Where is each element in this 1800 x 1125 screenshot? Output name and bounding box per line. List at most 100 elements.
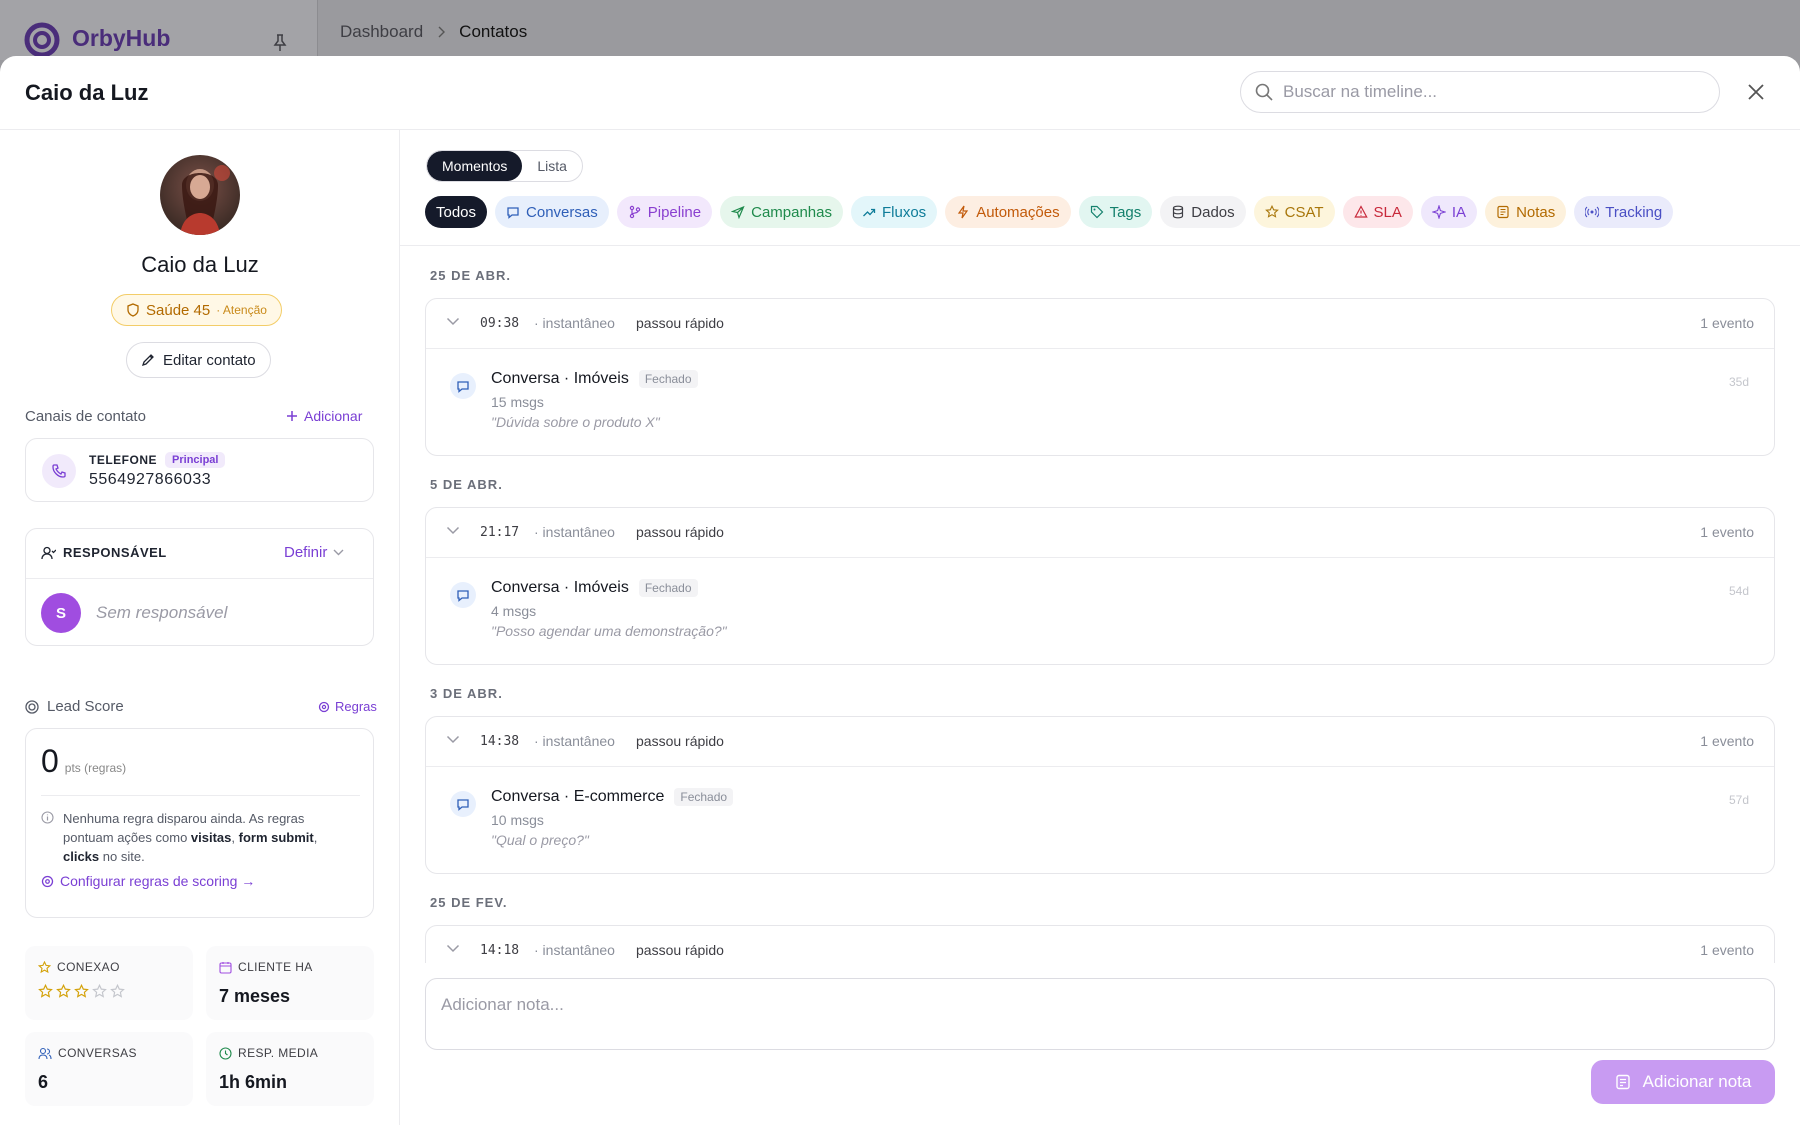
timeline-search	[1240, 71, 1720, 113]
moment-header[interactable]: 21:17 · instantâneo passou rápido 1 even…	[426, 508, 1774, 558]
filter-chip-label: Tracking	[1605, 203, 1663, 221]
conversas-label: CONVERSAS	[58, 1046, 137, 1060]
user-assign-icon	[41, 546, 56, 560]
star-filled-icon	[56, 984, 71, 999]
chevron-down-icon	[333, 549, 344, 556]
responsible-card: RESPONSÁVEL Definir S Sem responsável	[25, 528, 374, 646]
moment-header[interactable]: 14:38 · instantâneo passou rápido 1 even…	[426, 717, 1774, 767]
pin-icon[interactable]	[272, 34, 288, 52]
timeline-moment[interactable]: 21:17 · instantâneo passou rápido 1 even…	[425, 507, 1775, 665]
breadcrumb: Dashboard Contatos	[340, 22, 527, 42]
filter-chip-label: CSAT	[1284, 203, 1324, 221]
moment-duration: · instantâneo	[534, 315, 615, 331]
filter-chip-label: Dados	[1191, 203, 1235, 221]
filter-chip-ia[interactable]: IA	[1420, 196, 1478, 228]
cliente-value: 7 meses	[219, 986, 291, 1006]
modal-header: Caio da Luz	[0, 56, 1800, 130]
info-bold-clicks: clicks	[63, 849, 100, 864]
filter-chip-conversas[interactable]: Conversas	[495, 196, 609, 228]
event-msg-count: 10 msgs	[491, 812, 544, 828]
timeline-moment[interactable]: 14:38 · instantâneo passou rápido 1 even…	[425, 716, 1775, 874]
status-badge: Fechado	[674, 788, 734, 806]
edit-contact-button[interactable]: Editar contato	[126, 342, 271, 378]
app-logo: OrbyHub	[22, 18, 170, 58]
filter-chip-csat[interactable]: CSAT	[1253, 196, 1335, 228]
filter-chip-todos[interactable]: Todos	[425, 196, 488, 228]
note-icon	[1615, 1074, 1631, 1090]
add-note-button[interactable]: Adicionar nota	[1591, 1060, 1775, 1104]
conexao-label: CONEXAO	[57, 960, 120, 974]
resp-value: 1h 6min	[219, 1072, 288, 1092]
breadcrumb-contatos: Contatos	[459, 22, 528, 41]
close-icon[interactable]	[1742, 78, 1770, 106]
filter-chip-tags[interactable]: Tags	[1078, 196, 1153, 228]
clock-icon	[219, 1046, 232, 1060]
resp-label: RESP. MEDIA	[238, 1046, 319, 1060]
no-responsible-text: Sem responsável	[96, 603, 228, 622]
star-empty-icon	[92, 984, 107, 999]
event-title-text: Conversa · E-commerce	[491, 788, 665, 805]
filter-chip-label: SLA	[1373, 203, 1402, 221]
shield-icon	[126, 303, 140, 317]
define-responsible-button[interactable]: Definir	[284, 544, 344, 561]
event-msg-count: 15 msgs	[491, 394, 544, 410]
filter-chip-label: Automações	[976, 203, 1060, 221]
phone-icon	[42, 454, 76, 488]
timeline-search-input[interactable]	[1283, 82, 1683, 102]
channels-title: Canais de contato	[25, 408, 146, 425]
responsible-title: RESPONSÁVEL	[41, 545, 167, 560]
moment-header[interactable]: 09:38 · instantâneo passou rápido 1 even…	[426, 299, 1774, 349]
rules-link[interactable]: Regras	[318, 699, 377, 714]
add-channel-button[interactable]: Adicionar	[286, 408, 362, 424]
filter-chip-tracking[interactable]: Tracking	[1574, 196, 1674, 228]
timeline-moment[interactable]: 14:18 · instantâneo passou rápido 1 even…	[425, 925, 1775, 963]
principal-badge: Principal	[165, 452, 226, 468]
calendar-icon	[219, 961, 232, 974]
background-sidebar: OrbyHub	[0, 0, 318, 60]
chevron-down-icon[interactable]	[446, 317, 460, 326]
bolt-icon	[956, 205, 970, 219]
chevron-down-icon[interactable]	[446, 735, 460, 744]
info-part: ,	[313, 830, 318, 845]
timeline-moment[interactable]: 09:38 · instantâneo passou rápido 1 even…	[425, 298, 1775, 456]
filter-chip-sla[interactable]: SLA	[1342, 196, 1413, 228]
event-title[interactable]: Conversa · Imóveis Fechado	[491, 370, 698, 388]
contact-name: Caio da Luz	[141, 252, 259, 277]
configure-scoring-link[interactable]: Configurar regras de scoring →	[41, 873, 255, 889]
filter-chip-automacoes[interactable]: Automações	[945, 196, 1071, 228]
moment-speed: passou rápido	[636, 733, 724, 749]
filter-chip-label: Todos	[436, 203, 477, 221]
lead-score-title: Lead Score	[25, 698, 124, 715]
filter-chip-dados[interactable]: Dados	[1160, 196, 1246, 228]
star-empty-icon	[110, 984, 125, 999]
event-quote: "Dúvida sobre o produto X"	[491, 414, 660, 430]
event-title-text: Conversa · Imóveis	[491, 370, 629, 387]
conversas-value: 6	[38, 1072, 49, 1092]
status-badge: Fechado	[638, 579, 698, 597]
moment-speed: passou rápido	[636, 315, 724, 331]
gear-icon	[318, 701, 330, 713]
info-part: ,	[231, 830, 239, 845]
target-icon	[25, 699, 39, 714]
alert-icon	[1353, 205, 1368, 219]
chevron-down-icon[interactable]	[446, 526, 460, 535]
filter-chip-label: Pipeline	[647, 203, 702, 221]
timeline-list[interactable]: 25 DE ABR. 09:38 · instantâneo passou rá…	[400, 245, 1800, 963]
filter-chip-fluxos[interactable]: Fluxos	[851, 196, 938, 228]
tab-lista[interactable]: Lista	[522, 151, 582, 181]
filter-chip-pipeline[interactable]: Pipeline	[616, 196, 713, 228]
moment-event-count: 1 evento	[1700, 733, 1754, 749]
chevron-down-icon[interactable]	[446, 944, 460, 953]
filter-chip-notas[interactable]: Notas	[1485, 196, 1567, 228]
event-title[interactable]: Conversa · Imóveis Fechado	[491, 579, 698, 597]
event-title[interactable]: Conversa · E-commerce Fechado	[491, 788, 734, 806]
filter-chip-campanhas[interactable]: Campanhas	[720, 196, 843, 228]
breadcrumb-dashboard[interactable]: Dashboard	[340, 22, 423, 42]
note-input[interactable]	[426, 979, 1774, 1049]
phone-channel-card[interactable]: TELEFONE Principal 5564927866033	[25, 438, 374, 502]
info-icon	[41, 811, 54, 824]
tab-momentos[interactable]: Momentos	[427, 151, 523, 181]
moment-header[interactable]: 14:18 · instantâneo passou rápido 1 even…	[426, 926, 1774, 963]
stat-resp-media: RESP. MEDIA 1h 6min	[206, 1032, 374, 1106]
filter-chip-label: Conversas	[526, 203, 598, 221]
